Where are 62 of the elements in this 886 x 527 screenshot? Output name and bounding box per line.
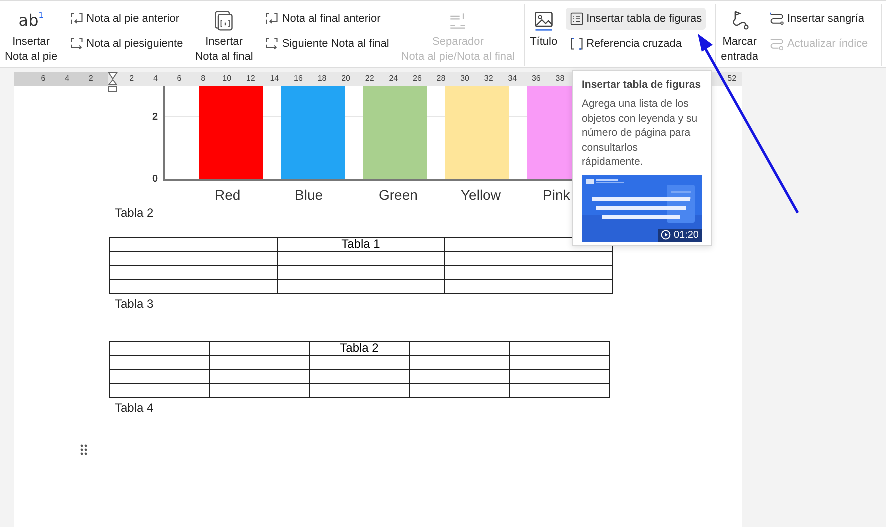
tooltip-title: Insertar tabla de figuras bbox=[582, 79, 702, 91]
table-caption: Tabla 2 bbox=[115, 206, 155, 220]
ribbon-button[interactable]: Nota al final anterior bbox=[261, 8, 385, 30]
previous-note-icon bbox=[265, 12, 280, 26]
play-icon bbox=[660, 230, 671, 240]
footnote-icon: ab$^{1}$ bbox=[18, 10, 44, 32]
ruler-number: 52 bbox=[726, 73, 738, 85]
ribbon-button[interactable]: Título bbox=[528, 8, 560, 52]
ruler-number: 6 bbox=[176, 73, 183, 85]
table-cell: Tabla 1 bbox=[342, 237, 380, 251]
ruler-number: 22 bbox=[364, 73, 376, 85]
previous-note-icon bbox=[70, 12, 84, 26]
ribbon-button[interactable]: Nota al piesiguiente bbox=[66, 33, 188, 55]
ruler-number: 10 bbox=[222, 73, 233, 85]
ruler-number: 28 bbox=[436, 73, 447, 85]
ruler-number: 4 bbox=[152, 73, 159, 85]
next-note-icon bbox=[265, 37, 280, 51]
indent-icon bbox=[770, 12, 784, 26]
ruler-number: 4 bbox=[64, 73, 71, 85]
ruler-number: 26 bbox=[412, 73, 423, 85]
ruler-number: 6 bbox=[40, 73, 47, 85]
ribbon-button[interactable]: Referencia cruzada bbox=[566, 33, 686, 55]
ruler-number: 18 bbox=[316, 73, 328, 85]
ribbon-button[interactable]: ab$^{1}$ Insertar Nota al pie bbox=[3, 8, 60, 67]
endnote-icon bbox=[213, 10, 236, 32]
ruler-number: 14 bbox=[269, 73, 280, 85]
next-note-icon bbox=[70, 37, 84, 51]
ribbon-button[interactable]: Insertar Nota al final bbox=[193, 8, 256, 67]
ruler-number: 2 bbox=[88, 73, 94, 85]
ruler-number: 30 bbox=[460, 73, 470, 85]
ribbon-button[interactable]: Marcar entrada bbox=[719, 8, 760, 67]
table-cell: Tabla 2 bbox=[340, 341, 379, 355]
cross-reference-icon bbox=[570, 37, 584, 51]
ribbon-button[interactable]: Insertar tabla de figuras bbox=[566, 8, 706, 30]
ruler-number: 2 bbox=[128, 73, 136, 85]
table-caption: Tabla 4 bbox=[115, 401, 155, 415]
ruler-number: 8 bbox=[200, 73, 207, 85]
ruler-number: 12 bbox=[245, 73, 256, 85]
axis-label: Blue bbox=[294, 187, 324, 203]
axis-label: 0 bbox=[152, 174, 158, 185]
table-caption: Tabla 3 bbox=[115, 297, 155, 311]
axis-label: Yellow bbox=[460, 187, 502, 203]
ruler-number: 24 bbox=[388, 73, 400, 85]
axis-label: Pink bbox=[542, 187, 572, 203]
update-index-icon bbox=[770, 37, 784, 51]
video-duration[interactable]: 01:20 bbox=[658, 228, 702, 242]
axis-label: Red bbox=[214, 187, 242, 203]
ribbon-button[interactable]: Insertar sangría bbox=[766, 8, 869, 30]
axis-label: 2 bbox=[152, 112, 158, 123]
list-icon bbox=[570, 12, 584, 26]
tooltip-text: Agrega una lista de los objetos con leyenda y su número de página para consultarlos rápidamente. bbox=[582, 97, 699, 170]
ruler-number: 20 bbox=[340, 73, 352, 85]
ruler-number: 38 bbox=[554, 73, 566, 85]
image-icon bbox=[532, 10, 555, 32]
ribbon-button[interactable]: Siguiente Nota al final bbox=[261, 33, 394, 55]
ruler-number: 16 bbox=[293, 73, 304, 85]
ribbon-button[interactable]: Nota al pie anterior bbox=[66, 8, 184, 30]
axis-label: Green bbox=[378, 187, 419, 203]
ruler-number: 32 bbox=[483, 73, 494, 85]
drag-handle-icon[interactable] bbox=[80, 444, 88, 456]
ruler-number: 34 bbox=[507, 73, 518, 85]
ruler-number: 36 bbox=[530, 73, 542, 85]
